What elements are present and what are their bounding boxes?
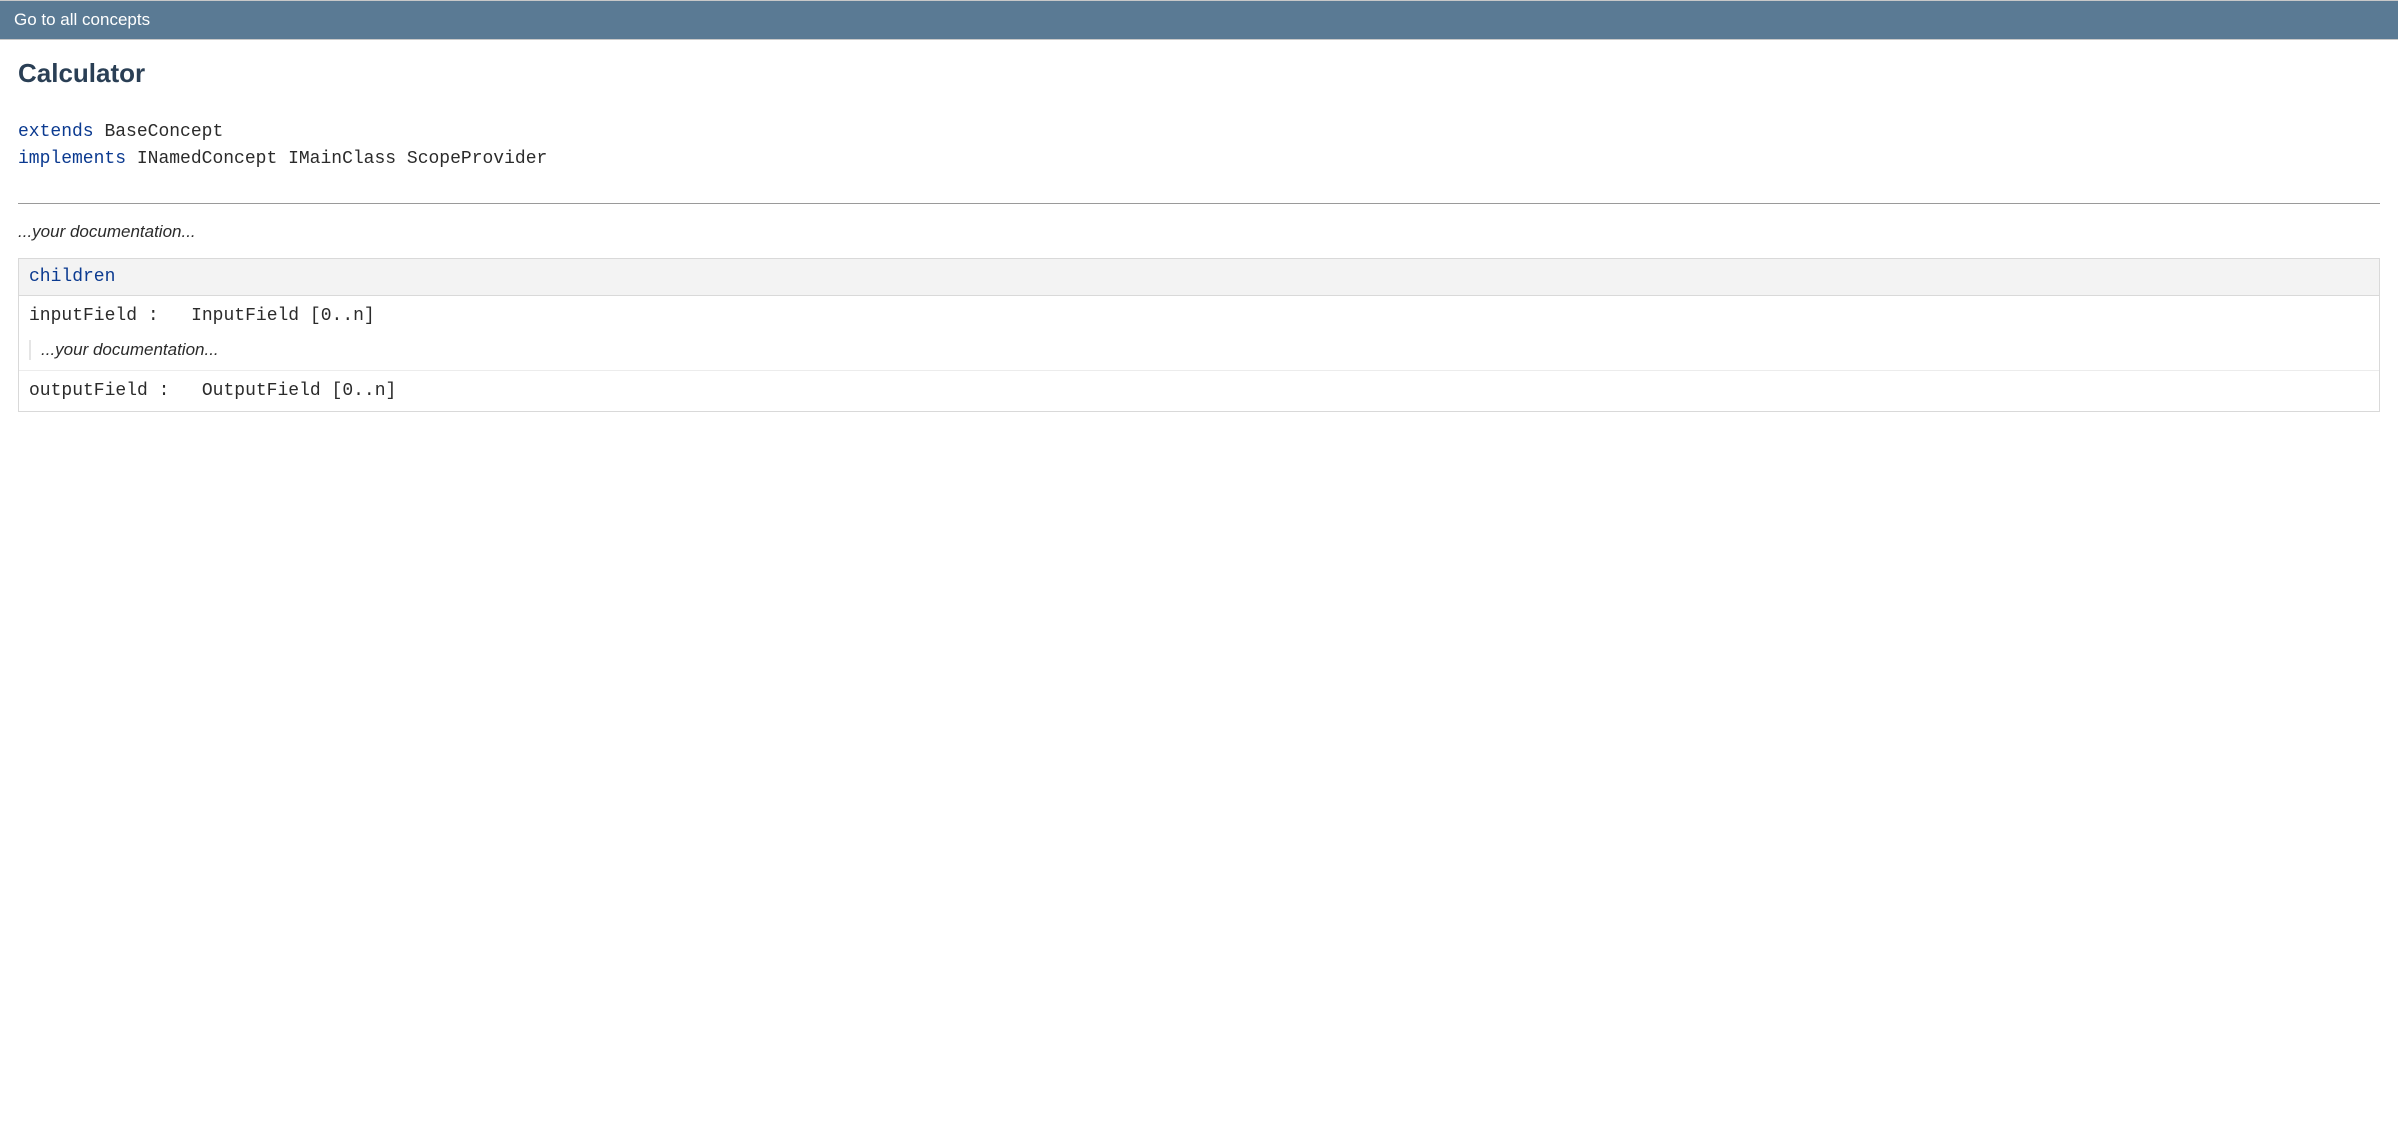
child-signature: inputField : InputField [0..n]	[29, 306, 2369, 326]
extends-keyword: extends	[18, 122, 94, 142]
extends-target[interactable]: BaseConcept	[104, 122, 223, 142]
child-sep: :	[159, 381, 170, 401]
child-name[interactable]: inputField	[29, 306, 137, 326]
child-type[interactable]: InputField	[191, 306, 299, 326]
child-type[interactable]: OutputField	[202, 381, 321, 401]
child-row-inputfield: inputField : InputField [0..n] ...your d…	[19, 296, 2379, 371]
concept-title: Calculator	[18, 58, 2380, 89]
top-nav-bar: Go to all concepts	[0, 0, 2398, 40]
child-cardinality: [0..n]	[332, 381, 397, 401]
back-to-concepts-link[interactable]: Go to all concepts	[14, 10, 150, 29]
child-doc-placeholder[interactable]: ...your documentation...	[29, 340, 2369, 360]
concept-declaration: extends BaseConcept implements INamedCon…	[18, 119, 2380, 173]
extends-line: extends BaseConcept	[18, 119, 2380, 146]
child-signature: outputField : OutputField [0..n]	[29, 381, 2369, 401]
concept-doc-placeholder[interactable]: ...your documentation...	[18, 222, 2380, 242]
children-table: children inputField : InputField [0..n] …	[18, 258, 2380, 412]
implements-targets[interactable]: INamedConcept IMainClass ScopeProvider	[137, 149, 547, 169]
content-area: Calculator extends BaseConcept implement…	[0, 40, 2398, 430]
child-cardinality: [0..n]	[310, 306, 375, 326]
child-sep: :	[148, 306, 159, 326]
child-name[interactable]: outputField	[29, 381, 148, 401]
children-header: children	[19, 259, 2379, 296]
implements-keyword: implements	[18, 149, 126, 169]
section-separator	[18, 203, 2380, 204]
child-row-outputfield: outputField : OutputField [0..n]	[19, 371, 2379, 411]
implements-line: implements INamedConcept IMainClass Scop…	[18, 146, 2380, 173]
